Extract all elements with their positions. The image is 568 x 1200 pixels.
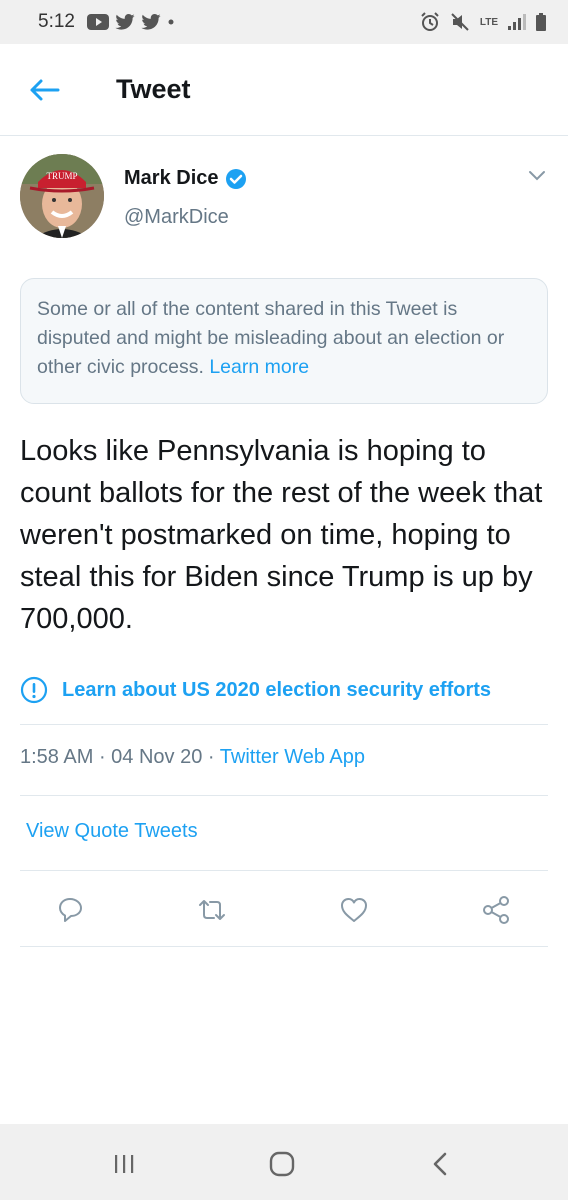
verified-badge-icon (225, 168, 246, 189)
author-handle: @MarkDice (124, 206, 229, 228)
retweet-icon[interactable] (196, 894, 228, 926)
share-icon[interactable] (480, 894, 512, 926)
reply-icon[interactable] (54, 894, 86, 926)
election-info-label: Learn about US 2020 election security ef… (62, 678, 492, 701)
twitter-bird-icon (141, 14, 161, 30)
chevron-down-icon[interactable] (526, 168, 548, 184)
signal-icon (508, 14, 526, 30)
view-quote-tweets-link[interactable]: View Quote Tweets (26, 820, 198, 843)
home-icon (269, 1151, 295, 1177)
youtube-icon (86, 14, 109, 30)
meta-separator: · (93, 746, 112, 768)
battery-icon (536, 13, 546, 31)
tweet-time: 1:58 AM (20, 746, 94, 768)
back-chevron-icon (433, 1152, 447, 1176)
back-button[interactable] (420, 1148, 460, 1180)
alarm-icon (421, 12, 439, 31)
top-app-bar: Tweet (0, 44, 568, 136)
tweet-source-app[interactable]: Twitter Web App (220, 746, 365, 768)
author-name-row[interactable]: Mark Dice (124, 167, 247, 190)
network-label: LTE (479, 16, 498, 28)
tweet-meta: 1:58 AM · 04 Nov 20 · Twitter Web App (20, 746, 365, 769)
divider (20, 724, 548, 725)
divider (20, 795, 548, 796)
election-info-link[interactable]: Learn about US 2020 election security ef… (20, 674, 548, 706)
recent-apps-button[interactable] (104, 1148, 144, 1180)
like-heart-icon[interactable] (338, 894, 370, 926)
divider (20, 870, 548, 871)
twitter-bird-icon (115, 14, 135, 30)
status-time: 5:12 (38, 11, 75, 32)
disputed-content-notice: Some or all of the content shared in thi… (20, 278, 548, 404)
status-bar: 5:12 LTE (0, 0, 568, 44)
recent-apps-icon (115, 1155, 134, 1173)
back-arrow-icon[interactable] (28, 78, 60, 102)
tweet-date: 04 Nov 20 (111, 746, 203, 768)
mute-icon (451, 13, 469, 31)
avatar-hat-text: TRUMP (46, 171, 77, 181)
notification-icons (86, 14, 175, 30)
home-button[interactable] (262, 1148, 302, 1180)
tweet-text: Looks like Pennsylvania is hoping to cou… (20, 435, 543, 635)
dot-icon (168, 19, 174, 25)
meta-separator: · (202, 746, 220, 768)
system-navigation-bar (0, 1124, 568, 1200)
info-exclamation-icon (20, 676, 48, 704)
tweet-action-bar (0, 886, 568, 934)
tweet-author: TRUMP Mark Dice @MarkDice (20, 154, 548, 244)
author-name: Mark Dice (124, 167, 219, 189)
learn-more-link[interactable]: Learn more (209, 356, 309, 378)
page-title: Tweet (116, 74, 191, 104)
avatar[interactable]: TRUMP (20, 154, 104, 238)
divider (20, 946, 548, 947)
